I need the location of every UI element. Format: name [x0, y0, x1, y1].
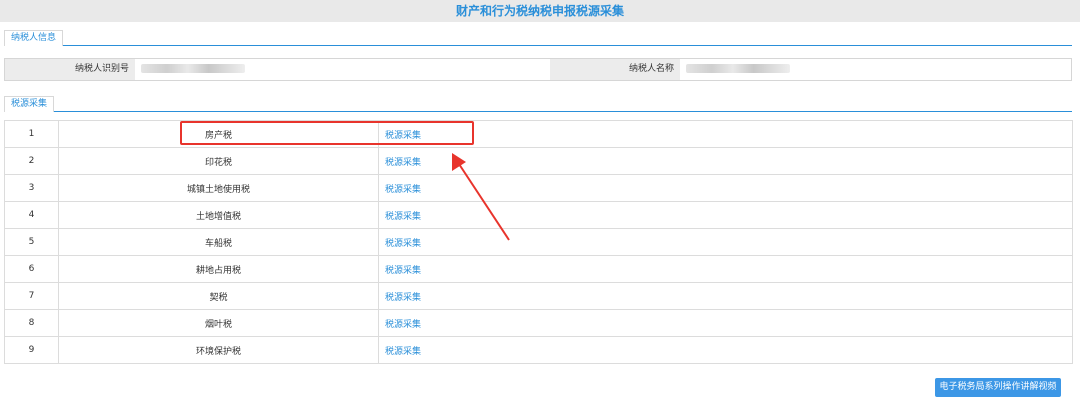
table-row: 6 耕地占用税 税源采集 — [4, 255, 1073, 283]
tab-taxpayer-info[interactable]: 纳税人信息 — [4, 30, 64, 46]
row-number: 4 — [4, 201, 59, 229]
taxpayer-name-value — [680, 59, 1071, 80]
tax-source-collect-link[interactable]: 税源采集 — [378, 309, 1073, 337]
row-number: 8 — [4, 309, 59, 337]
tax-source-collect-link[interactable]: 税源采集 — [378, 255, 1073, 283]
tax-source-collect-link[interactable]: 税源采集 — [378, 228, 1073, 256]
tax-source-collect-link[interactable]: 税源采集 — [378, 336, 1073, 364]
taxpayer-id-value — [135, 59, 550, 80]
table-row: 5 车船税 税源采集 — [4, 228, 1073, 256]
table-row: 9 环境保护税 税源采集 — [4, 336, 1073, 364]
taxpayer-id-label: 纳税人识别号 — [5, 59, 135, 80]
taxpayer-info-row: 纳税人识别号 纳税人名称 — [4, 58, 1072, 81]
row-number: 5 — [4, 228, 59, 256]
tax-source-collect-link[interactable]: 税源采集 — [378, 147, 1073, 175]
taxpayer-info-tab-bar: 纳税人信息 — [4, 30, 1072, 46]
tax-type-name: 车船税 — [58, 228, 379, 256]
table-row: 7 契税 税源采集 — [4, 282, 1073, 310]
table-row: 3 城镇土地使用税 税源采集 — [4, 174, 1073, 202]
row-number: 9 — [4, 336, 59, 364]
tax-source-tab-bar: 税源采集 — [4, 96, 1072, 112]
tab-tax-source-collection[interactable]: 税源采集 — [4, 96, 55, 112]
tax-source-collect-link[interactable]: 税源采集 — [378, 174, 1073, 202]
tax-source-collect-link[interactable]: 税源采集 — [378, 201, 1073, 229]
tax-type-name: 房产税 — [58, 120, 379, 148]
tax-source-collect-link[interactable]: 税源采集 — [378, 282, 1073, 310]
tax-type-name: 环境保护税 — [58, 336, 379, 364]
row-number: 2 — [4, 147, 59, 175]
table-row: 4 土地增值税 税源采集 — [4, 201, 1073, 229]
tax-type-name: 印花税 — [58, 147, 379, 175]
tax-type-name: 烟叶税 — [58, 309, 379, 337]
tax-source-table: 1 房产税 税源采集 2 印花税 税源采集 3 城镇土地使用税 税源采集 4 土地增值税 税源采集 5 车… — [4, 120, 1073, 364]
table-row: 8 烟叶税 税源采集 — [4, 309, 1073, 337]
tax-type-name: 城镇土地使用税 — [58, 174, 379, 202]
tax-type-name: 耕地占用税 — [58, 255, 379, 283]
redacted-taxpayer-id — [141, 64, 245, 73]
row-number: 7 — [4, 282, 59, 310]
row-number: 6 — [4, 255, 59, 283]
row-number: 1 — [4, 120, 59, 148]
table-row: 1 房产税 税源采集 — [4, 120, 1073, 148]
redacted-taxpayer-name — [686, 64, 790, 73]
table-row: 2 印花税 税源采集 — [4, 147, 1073, 175]
taxpayer-name-label: 纳税人名称 — [550, 59, 680, 80]
page-title: 财产和行为税纳税申报税源采集 — [0, 0, 1080, 22]
tax-type-name: 契税 — [58, 282, 379, 310]
row-number: 3 — [4, 174, 59, 202]
tax-type-name: 土地增值税 — [58, 201, 379, 229]
tax-source-collect-link[interactable]: 税源采集 — [378, 120, 1073, 148]
video-tutorial-button[interactable]: 电子税务局系列操作讲解视频 — [935, 378, 1061, 397]
